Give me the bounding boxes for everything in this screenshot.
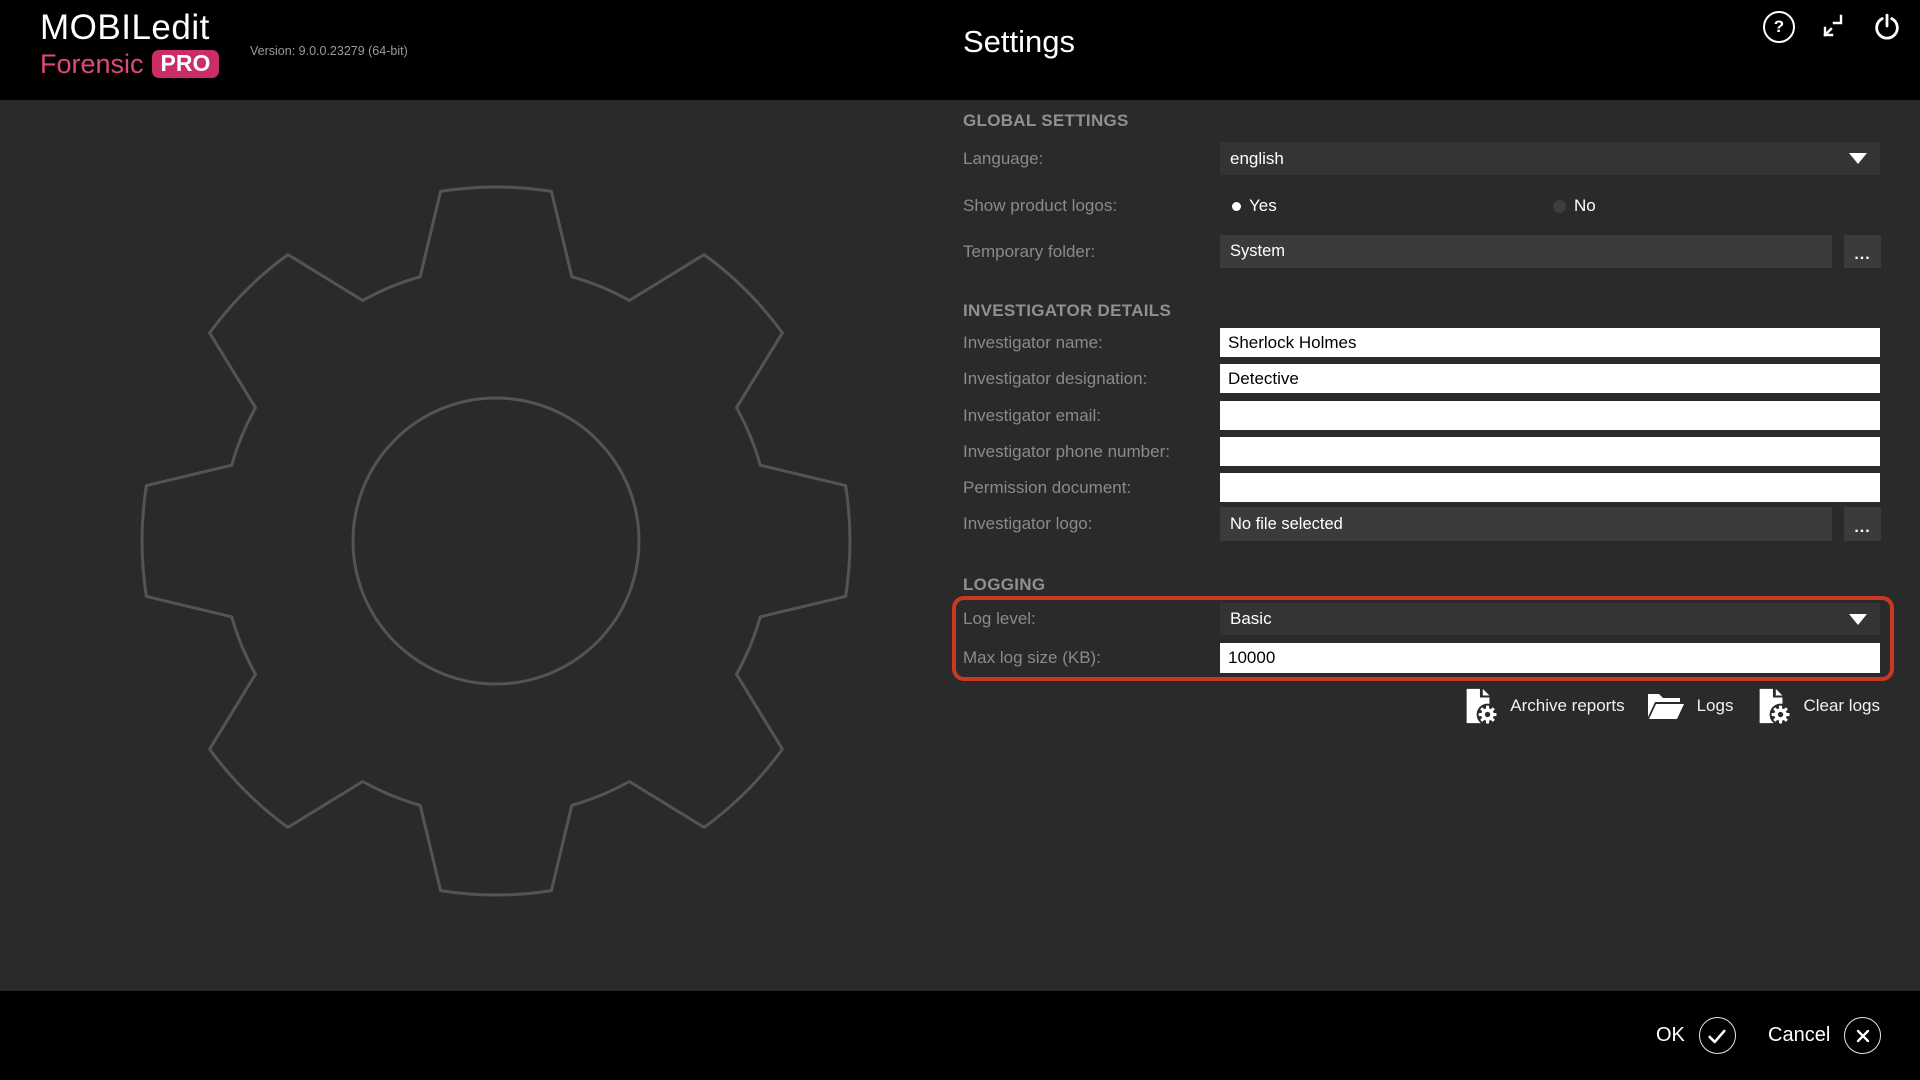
permission-document-label: Permission document: <box>963 473 1131 502</box>
ok-label: OK <box>1656 1024 1685 1047</box>
pro-badge: PRO <box>152 50 220 78</box>
investigator-phone-label: Investigator phone number: <box>963 437 1170 466</box>
radio-yes-label[interactable]: Yes <box>1249 196 1277 216</box>
archive-reports-label: Archive reports <box>1510 696 1624 716</box>
investigator-email-input[interactable] <box>1220 401 1880 430</box>
check-icon <box>1699 1017 1736 1054</box>
chevron-down-icon <box>1849 153 1867 164</box>
gear-watermark <box>0 100 960 991</box>
page-title: Settings <box>963 24 1075 60</box>
language-value: english <box>1230 149 1284 169</box>
radio-yes-icon[interactable] <box>1232 202 1241 211</box>
ellipsis-browse-icon: ... <box>1854 519 1870 537</box>
logo-line1: MOBILedit <box>40 10 219 45</box>
investigator-details-heading: INVESTIGATOR DETAILS <box>963 301 1171 321</box>
mobiledit-settings-window: { "header": { "logo_line1": "MOBILedit",… <box>0 0 1920 1080</box>
radio-no-label[interactable]: No <box>1574 196 1596 216</box>
investigator-phone-input[interactable] <box>1220 437 1880 466</box>
investigator-logo-field[interactable]: No file selected <box>1220 507 1832 541</box>
investigator-designation-label: Investigator designation: <box>963 364 1147 393</box>
close-icon <box>1844 1017 1881 1054</box>
version-text: Version: 9.0.0.23279 (64-bit) <box>250 44 408 58</box>
clear-logs-label: Clear logs <box>1803 696 1880 716</box>
logging-heading: LOGGING <box>963 575 1045 595</box>
investigator-logo-label: Investigator logo: <box>963 507 1092 541</box>
language-label: Language: <box>963 142 1043 175</box>
log-level-dropdown[interactable]: Basic <box>1220 603 1880 635</box>
temporary-folder-field[interactable]: System <box>1220 235 1832 268</box>
top-bar: MOBILedit Forensic PRO Version: 9.0.0.23… <box>0 0 1920 100</box>
investigator-name-label: Investigator name: <box>963 328 1103 357</box>
report-gear-icon <box>1753 687 1791 725</box>
ellipsis-browse-icon: ... <box>1854 246 1870 264</box>
app-logo: MOBILedit Forensic PRO <box>40 10 219 78</box>
archive-reports-button[interactable]: Archive reports <box>1460 687 1624 725</box>
show-logos-label: Show product logos: <box>963 190 1117 222</box>
help-button[interactable]: ? <box>1762 10 1796 44</box>
help-icon: ? <box>1763 11 1795 43</box>
ok-button[interactable]: OK <box>1656 991 1736 1080</box>
folder-icon <box>1645 689 1685 723</box>
max-log-size-input[interactable] <box>1220 643 1880 673</box>
cancel-label: Cancel <box>1768 1024 1830 1047</box>
window-controls: ? <box>1762 4 1904 50</box>
language-dropdown[interactable]: english <box>1220 142 1880 175</box>
investigator-name-input[interactable] <box>1220 328 1880 357</box>
investigator-logo-value: No file selected <box>1230 515 1343 534</box>
chevron-down-icon <box>1849 614 1867 625</box>
report-gear-icon <box>1460 687 1498 725</box>
clear-logs-button[interactable]: Clear logs <box>1753 687 1880 725</box>
global-settings-heading: GLOBAL SETTINGS <box>963 111 1129 131</box>
power-icon <box>1873 13 1901 41</box>
log-actions-row: Archive reports Logs <box>1460 687 1880 725</box>
investigator-logo-browse-button[interactable]: ... <box>1844 507 1881 541</box>
logo-line2: Forensic <box>40 51 144 78</box>
bottom-bar: OK Cancel <box>0 991 1920 1080</box>
permission-document-input[interactable] <box>1220 473 1880 502</box>
investigator-email-label: Investigator email: <box>963 401 1101 430</box>
logs-button[interactable]: Logs <box>1645 689 1734 723</box>
temporary-folder-browse-button[interactable]: ... <box>1844 235 1881 268</box>
radio-no-icon[interactable] <box>1553 200 1566 213</box>
max-log-size-label: Max log size (KB): <box>963 643 1101 673</box>
power-button[interactable] <box>1870 10 1904 44</box>
investigator-designation-input[interactable] <box>1220 364 1880 393</box>
dock-window-icon <box>1820 14 1846 40</box>
log-level-value: Basic <box>1230 609 1272 629</box>
temporary-folder-label: Temporary folder: <box>963 235 1095 268</box>
cancel-button[interactable]: Cancel <box>1768 991 1881 1080</box>
logs-label: Logs <box>1697 696 1734 716</box>
temporary-folder-value: System <box>1230 242 1285 261</box>
log-level-label: Log level: <box>963 603 1036 635</box>
dock-window-button[interactable] <box>1816 10 1850 44</box>
